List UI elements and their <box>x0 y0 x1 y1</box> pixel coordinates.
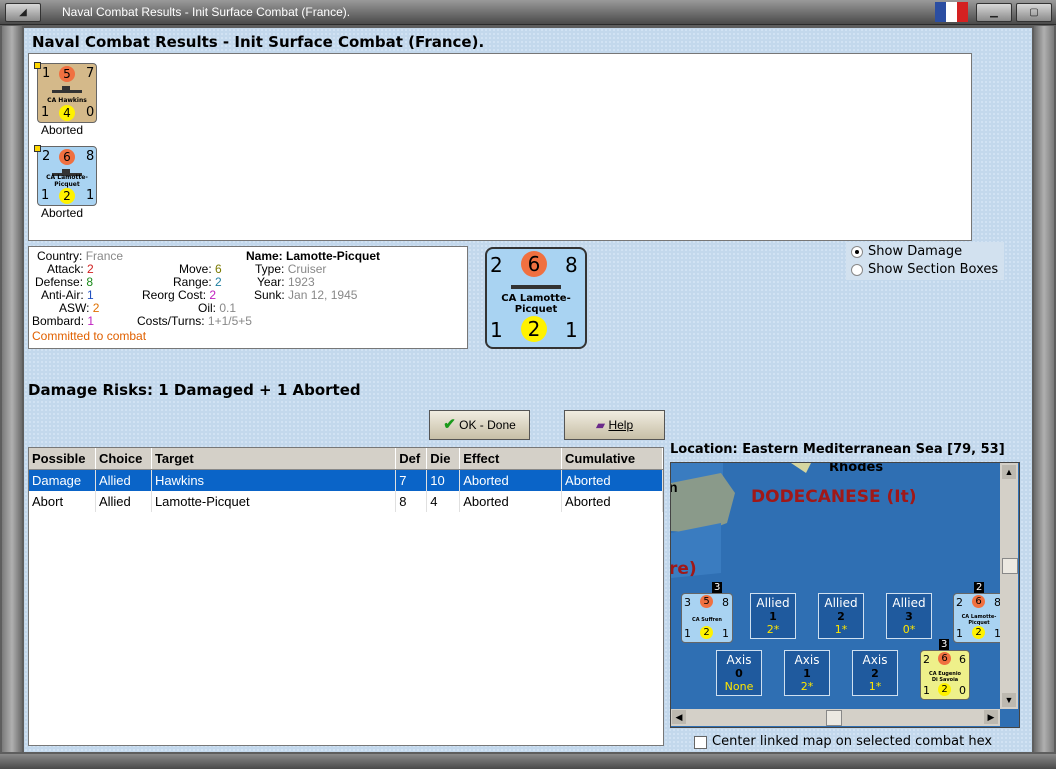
title-bar: ◢ Naval Combat Results - Init Surface Co… <box>0 0 1056 25</box>
window-title: Naval Combat Results - Init Surface Comb… <box>62 5 351 19</box>
show-damage-label[interactable]: Show Damage <box>868 244 962 259</box>
close-button[interactable]: ▢ <box>1016 3 1052 22</box>
help-button[interactable]: ▰ Help <box>564 410 665 440</box>
table-row[interactable]: Abort Allied Lamotte-Picquet 8 4 Aborted… <box>29 491 663 512</box>
checkmark-icon: ✔ <box>443 416 456 433</box>
unit-counter-lamotte-picquet[interactable]: 2 6 8 CA Lamotte-Picquet 1 2 1 <box>34 145 97 206</box>
page-title: Naval Combat Results - Init Surface Comb… <box>32 33 485 51</box>
ok-done-button[interactable]: ✔ OK - Done <box>429 410 530 440</box>
damage-risks-summary: Damage Risks: 1 Damaged + 1 Aborted <box>28 381 361 399</box>
scroll-thumb[interactable] <box>826 710 842 726</box>
selected-pip-icon <box>34 145 41 152</box>
table-header-row: Possible Choice Target Def Die Effect Cu… <box>29 448 663 470</box>
combat-results-table: Possible Choice Target Def Die Effect Cu… <box>28 447 664 746</box>
column-header[interactable]: Possible <box>29 448 96 470</box>
selected-unit-counter: 2 6 8 CA Lamotte- Picquet 1 2 1 <box>485 247 587 349</box>
ship-icon <box>511 285 561 289</box>
region-partial-label: n <box>671 479 678 495</box>
region-label: DODECANESE (It) <box>751 487 917 507</box>
left-border <box>2 26 22 752</box>
center-map-checkbox[interactable] <box>694 736 707 749</box>
help-book-icon: ▰ <box>595 418 606 432</box>
map-unit-suffren[interactable]: 3 3 5 8 CA Suffren 1 2 1 <box>681 582 733 643</box>
scroll-down-arrow-icon[interactable]: ▼ <box>1002 693 1016 707</box>
unit-status: Aborted <box>41 123 84 137</box>
unit-status: Aborted <box>41 206 84 220</box>
show-section-boxes-label[interactable]: Show Section Boxes <box>868 262 998 277</box>
scroll-left-arrow-icon[interactable]: ◀ <box>672 710 686 724</box>
town-label: Rhodes <box>829 462 884 475</box>
unit-status-text: Committed to combat <box>32 329 147 343</box>
scroll-thumb[interactable] <box>1002 558 1018 574</box>
france-flag-icon <box>935 2 968 22</box>
scroll-right-arrow-icon[interactable]: ▶ <box>984 710 998 724</box>
system-menu-button[interactable]: ◢ <box>5 3 41 22</box>
map-unit-lamotte-picquet[interactable]: 2 2 6 8 CA Lamotte- Picquet 1 2 1 <box>953 582 1005 643</box>
allied-slot-3[interactable]: Allied 3 0* <box>886 593 932 639</box>
display-options: Show Damage Show Section Boxes <box>846 242 1004 280</box>
column-header[interactable]: Cumulative <box>561 448 663 470</box>
selected-pip-icon <box>34 62 41 69</box>
allied-slot-2[interactable]: Allied 2 1* <box>818 593 864 639</box>
column-header[interactable]: Def <box>395 448 428 470</box>
allied-slot-1[interactable]: Allied 1 2* <box>750 593 796 639</box>
unit-list: 1 5 7 CA Hawkins 1 4 0 Aborted 2 6 8 CA … <box>28 53 972 241</box>
ship-icon <box>52 86 82 93</box>
bottom-border <box>0 754 1056 769</box>
island-terrain <box>671 473 735 533</box>
axis-slot-2[interactable]: Axis 2 1* <box>852 650 898 696</box>
column-header[interactable]: Die <box>426 448 461 470</box>
right-border <box>1034 26 1054 752</box>
region-partial-label: re) <box>670 559 697 579</box>
column-header[interactable]: Effect <box>459 448 563 470</box>
minimize-button[interactable]: ▁ <box>976 3 1012 22</box>
column-header[interactable]: Choice <box>95 448 152 470</box>
axis-slot-0[interactable]: Axis 0 None <box>716 650 762 696</box>
show-section-boxes-radio[interactable] <box>851 264 863 276</box>
unit-name: Lamotte-Picquet <box>286 249 381 263</box>
show-damage-radio[interactable] <box>851 246 863 258</box>
map-unit-eugenio-di-savoia[interactable]: 3 2 6 6 CA Eugenio Di Savoia 1 2 0 <box>920 639 970 700</box>
location-label: Location: Eastern Mediterranean Sea [79,… <box>670 442 1005 457</box>
combat-map[interactable]: Rhodes n DODECANESE (It) re) 3 3 5 8 CA … <box>670 462 1020 728</box>
scroll-up-arrow-icon[interactable]: ▲ <box>1002 465 1016 479</box>
table-row[interactable]: Damage Allied Hawkins 7 10 Aborted Abort… <box>29 469 663 491</box>
unit-info-panel: Country: France Attack: 2 Defense: 8 Ant… <box>28 246 468 349</box>
axis-slot-1[interactable]: Axis 1 2* <box>784 650 830 696</box>
center-map-label[interactable]: Center linked map on selected combat hex <box>712 734 992 749</box>
unit-counter-hawkins[interactable]: 1 5 7 CA Hawkins 1 4 0 <box>34 62 97 123</box>
map-horizontal-scrollbar[interactable]: ◀ ▶ <box>671 709 1000 726</box>
map-vertical-scrollbar[interactable]: ▲ ▼ <box>1000 463 1018 709</box>
column-header[interactable]: Target <box>151 448 397 470</box>
island-terrain <box>791 463 811 473</box>
